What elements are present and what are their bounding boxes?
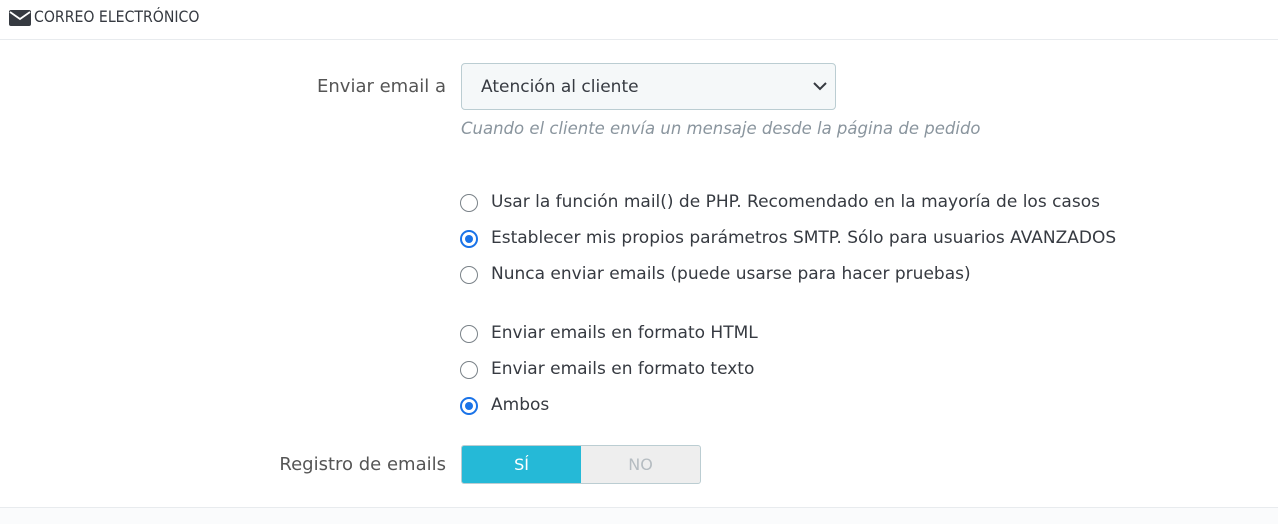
radio-button[interactable] <box>460 230 478 248</box>
send-email-select[interactable]: Atención al cliente <box>461 63 836 110</box>
toggle-no-option[interactable]: NO <box>581 446 700 483</box>
radio-label: Ambos <box>491 395 550 415</box>
panel-footer-divider <box>0 507 1278 524</box>
panel-heading: CORREO ELECTRÓNICO <box>0 0 1278 40</box>
send-email-select-value: Atención al cliente <box>481 77 639 97</box>
envelope-icon <box>9 10 31 26</box>
radio-button[interactable] <box>460 325 478 343</box>
radio-button[interactable] <box>460 266 478 284</box>
radio-label: Enviar emails en formato HTML <box>491 323 758 343</box>
radio-button[interactable] <box>460 361 478 379</box>
radio-label: Usar la función mail() de PHP. Recomenda… <box>491 192 1100 212</box>
radio-label: Establecer mis propios parámetros SMTP. … <box>491 228 1117 248</box>
radio-label: Enviar emails en formato texto <box>491 359 755 379</box>
chevron-down-icon <box>813 82 827 91</box>
email-log-label: Registro de emails <box>279 454 446 475</box>
radio-button[interactable] <box>460 194 478 212</box>
send-email-help: Cuando el cliente envía un mensaje desde… <box>461 119 981 138</box>
radio-label: Nunca enviar emails (puede usarse para h… <box>491 264 971 284</box>
send-email-label: Enviar email a <box>317 76 446 97</box>
toggle-yes-option[interactable]: SÍ <box>462 446 581 483</box>
email-log-toggle[interactable]: SÍ NO <box>461 445 701 484</box>
panel-title: CORREO ELECTRÓNICO <box>34 7 200 26</box>
radio-button[interactable] <box>460 397 478 415</box>
